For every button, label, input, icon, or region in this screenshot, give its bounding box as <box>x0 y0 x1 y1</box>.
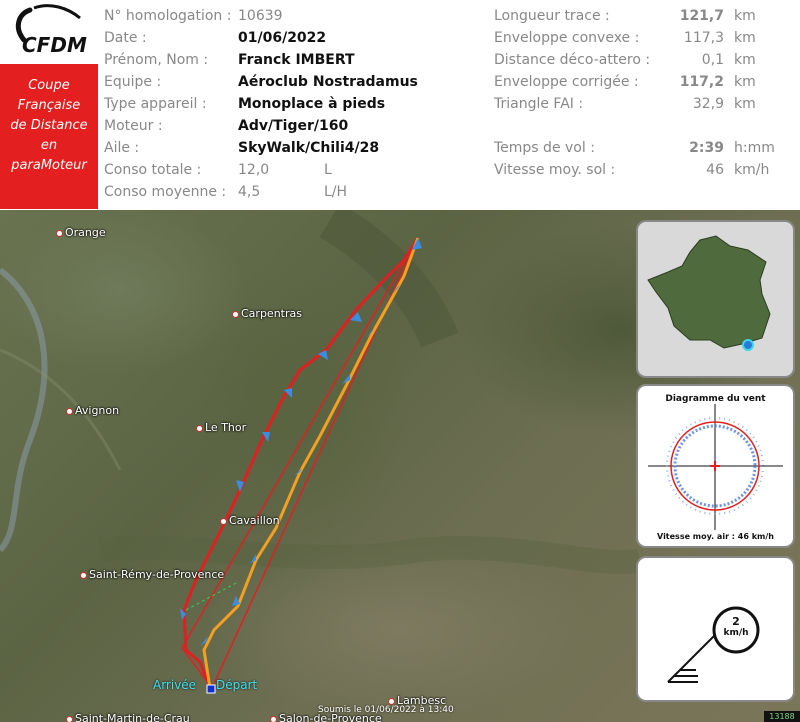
value-conso-avg: 4,5 <box>238 184 261 200</box>
label-engine: Moteur : <box>104 118 163 134</box>
coupe-line: en <box>40 138 58 153</box>
town-saint-martin: Saint-Martin-de-Crau <box>66 712 190 722</box>
stat-label: Temps de vol : <box>494 140 595 156</box>
unit-conso-total: L <box>324 162 332 178</box>
value-team: Aéroclub Nostradamus <box>238 74 418 90</box>
coupe-line: Coupe <box>28 78 70 93</box>
stat-unit: km/h <box>734 162 770 178</box>
flight-header: CFDM Coupe Française de Distance en para… <box>0 0 800 210</box>
wind-speed-value: 2 <box>732 615 740 628</box>
stat-label: Enveloppe convexe : <box>494 30 640 46</box>
convex-envelope <box>181 237 419 690</box>
stat-label: Triangle FAI : <box>494 96 584 112</box>
track-outbound <box>182 237 420 689</box>
stat-label: Vitesse moy. sol : <box>494 162 616 178</box>
coupe-line: paraMoteur <box>11 158 87 173</box>
unit-conso-avg: L/H <box>324 184 348 200</box>
depart-marker <box>206 684 216 694</box>
france-map-icon <box>647 235 771 351</box>
value-name: Franck IMBERT <box>238 52 355 68</box>
town-carpentras: Carpentras <box>232 307 302 320</box>
label-conso-avg: Conso moyenne : <box>104 184 227 200</box>
stat-unit: km <box>734 96 756 112</box>
label-homologation: N° homologation : <box>104 8 232 24</box>
stat-value: 117,2 <box>679 74 724 90</box>
value-wing: SkyWalk/Chili4/28 <box>238 140 380 156</box>
value-date: 01/06/2022 <box>238 30 327 46</box>
arrivee-label: Arrivée <box>153 678 197 692</box>
stat-unit: km <box>734 30 756 46</box>
label-wing: Aile : <box>104 140 140 156</box>
coupe-line: Française <box>17 98 81 113</box>
value-engine: Adv/Tiger/160 <box>238 118 349 134</box>
location-dot <box>742 339 754 351</box>
wind-diagram <box>648 404 783 530</box>
stat-label: Enveloppe corrigée : <box>494 74 639 90</box>
stat-label: Distance déco-attero : <box>494 52 651 68</box>
stat-value: 2:39 <box>689 140 724 156</box>
track-return <box>202 237 420 689</box>
town-lethor: Le Thor <box>196 421 246 434</box>
label-aircraft: Type appareil : <box>104 96 207 112</box>
label-team: Equipe : <box>104 74 162 90</box>
stat-unit: km <box>734 74 756 90</box>
stat-value: 121,7 <box>679 8 724 24</box>
logo-text: CFDM <box>22 33 87 57</box>
depart-label: Départ <box>216 678 258 692</box>
stat-unit: km <box>734 8 756 24</box>
wind-diagram-title: Diagramme du vent <box>665 394 766 404</box>
stat-unit: km <box>734 52 756 68</box>
town-orange: Orange <box>56 226 106 239</box>
coupe-line: de Distance <box>10 118 88 133</box>
label-date: Date : <box>104 30 147 46</box>
label-name: Prénom, Nom : <box>104 52 209 68</box>
wind-speed-unit: km/h <box>723 628 749 638</box>
stat-unit: h:mm <box>734 140 775 156</box>
value-aircraft: Monoplace à pieds <box>238 96 386 112</box>
value-conso-total: 12,0 <box>238 162 270 178</box>
wind-indicator-panel: 2 km/h <box>636 556 795 702</box>
id-badge: 13188 <box>764 711 800 722</box>
town-saint-remy: Saint-Rémy-de-Provence <box>80 568 224 581</box>
stat-value: 117,3 <box>683 30 724 46</box>
cfdm-logo: CFDM <box>0 0 98 62</box>
town-cavaillon: Cavaillon <box>220 514 280 527</box>
stat-value: 32,9 <box>692 96 724 112</box>
submitted-timestamp: Soumis le 01/06/2022 à 13:40 <box>318 705 454 715</box>
wind-speed-caption: Vitesse moy. air : 46 km/h <box>657 532 774 541</box>
flight-map[interactable]: Orange Carpentras Avignon Le Thor Cavail… <box>0 210 800 722</box>
coupe-banner: Coupe Française de Distance en paraMoteu… <box>0 64 98 209</box>
france-locator-panel <box>636 220 795 378</box>
stat-value: 0,1 <box>701 52 724 68</box>
stat-label: Longueur trace : <box>494 8 610 24</box>
town-avignon: Avignon <box>66 404 119 417</box>
stat-value: 46 <box>706 162 724 178</box>
value-homologation: 10639 <box>238 8 283 24</box>
wind-diagram-panel: Diagramme du vent Vitesse moy. air : 46 … <box>636 384 795 548</box>
label-conso-total: Conso totale : <box>104 162 202 178</box>
